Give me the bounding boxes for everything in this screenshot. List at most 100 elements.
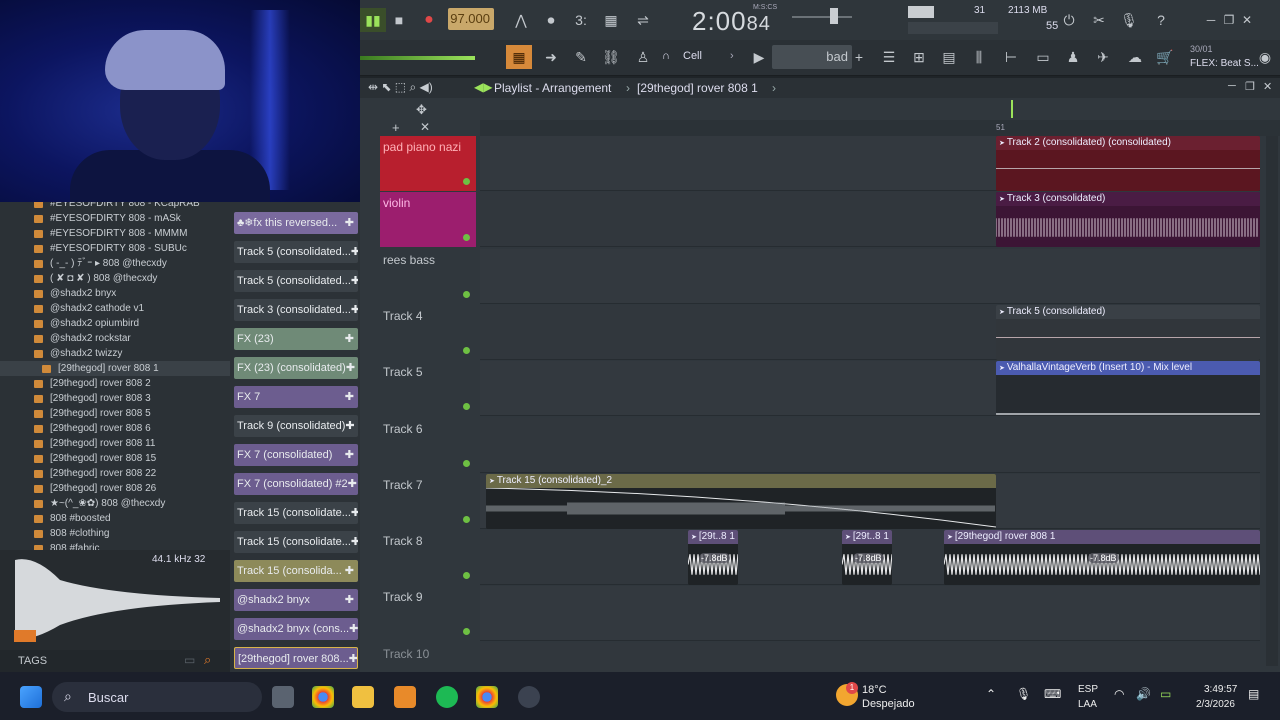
remove-icon[interactable]: ✕ — [420, 120, 430, 134]
browser-item[interactable]: 808 #clothing — [0, 526, 230, 541]
track-mute-led[interactable] — [463, 178, 470, 185]
tempo-display[interactable]: 97.000 — [448, 8, 494, 30]
power-icon[interactable]: ⏻ — [1056, 8, 1082, 32]
browser-item[interactable]: #EYESOFDIRTY 808 - KCapRAB — [0, 202, 230, 211]
channel-rack-icon[interactable]: ▤ — [936, 45, 962, 69]
search-icon[interactable]: ⌕ — [204, 652, 211, 668]
folder-icon[interactable]: ▭ — [184, 653, 195, 667]
pl-maximize-icon[interactable]: ❐ — [1245, 80, 1255, 93]
cloud-icon[interactable]: ☁ — [1122, 45, 1148, 69]
audio-clip[interactable]: ➤ ValhallaVintageVerb (Insert 10) - Mix … — [996, 361, 1260, 416]
pencil-icon[interactable]: ✎ — [568, 45, 594, 69]
drag-handle-icon[interactable]: ✚ — [345, 386, 354, 408]
browser-item[interactable]: ★~(^_❀✿) 808 @thecxdy — [0, 496, 230, 511]
keyboard-tray-icon[interactable]: ⌨ — [1044, 687, 1061, 701]
clip-menu-icon[interactable]: ➤ — [489, 478, 497, 485]
picker-pattern-item[interactable]: [29thegod] rover 808... ✚ — [234, 647, 358, 669]
picker-pattern-item[interactable]: Track 5 (consolidated... ✚ — [234, 241, 358, 263]
drag-handle-icon[interactable]: ✚ — [345, 444, 354, 466]
drag-handle-icon[interactable]: ✚ — [345, 560, 354, 582]
audio-clip[interactable]: ➤ Track 3 (consolidated) — [996, 192, 1260, 247]
browser-item[interactable]: ( -_- ) ﾃﾞｰ ▸ 808 @thecxdy — [0, 256, 230, 271]
play-button[interactable]: ▮▮ — [360, 8, 386, 32]
track-mute-led[interactable] — [463, 234, 470, 242]
pattern-selector[interactable]: bad — [772, 45, 852, 69]
browser-item[interactable]: 808 #fabric — [0, 541, 230, 550]
audio-clip[interactable]: ➤ [29thegod] rover 808 1 -7.8dB — [944, 530, 1260, 585]
plugin-db-icon[interactable]: ▭ — [1030, 45, 1056, 69]
drag-handle-icon[interactable]: ✚ — [351, 270, 358, 292]
audio-clip[interactable]: ➤ Track 15 (consolidated)_2 — [486, 474, 996, 529]
pattern-song-mode-icon[interactable]: ▦ — [506, 45, 532, 69]
track-header[interactable]: Track 5 — [380, 361, 476, 416]
clip-menu-icon[interactable]: ➤ — [999, 196, 1007, 203]
volume-icon[interactable]: 🔊 — [1136, 687, 1151, 701]
help-icon[interactable]: ? — [1148, 8, 1174, 32]
clip-menu-icon[interactable]: ➤ — [999, 140, 1007, 147]
browser-item[interactable]: #EYESOFDIRTY 808 - mASk — [0, 211, 230, 226]
track-mute-led[interactable] — [463, 459, 470, 467]
piano-roll-icon[interactable]: ⊞ — [906, 45, 932, 69]
clip-menu-icon[interactable]: ➤ — [999, 365, 1007, 372]
picker-pattern-item[interactable]: FX 7 (consolidated) ✚ — [234, 444, 358, 466]
browser-item[interactable]: @shadx2 cathode v1 — [0, 301, 230, 316]
browser-item[interactable]: #EYESOFDIRTY 808 - SUBUc — [0, 241, 230, 256]
picker-pattern-item[interactable]: ♣❄fx this reversed... ✚ — [234, 212, 358, 234]
microphone-icon[interactable]: 🎙 — [1116, 8, 1142, 32]
link-icon[interactable]: ⛓ — [598, 45, 624, 69]
browser-item[interactable]: [29thegod] rover 808 6 — [0, 421, 230, 436]
drag-handle-icon[interactable]: ✚ — [349, 648, 357, 668]
pattern-play-icon[interactable]: ▶ — [746, 45, 772, 69]
browser-item[interactable]: [29thegod] rover 808 15 — [0, 451, 230, 466]
windows-start-icon[interactable] — [20, 686, 42, 708]
drag-handle-icon[interactable]: ✚ — [351, 531, 358, 553]
picker-pattern-item[interactable]: Track 9 (consolidated) ✚ — [234, 415, 358, 437]
lang-line2[interactable]: LAA — [1078, 699, 1097, 710]
browser-item[interactable]: ( ✘ ◘ ✘ ) 808 @thecxdy — [0, 271, 230, 286]
browser-item[interactable]: @shadx2 bnyx — [0, 286, 230, 301]
stamp-icon[interactable]: ♙ — [630, 45, 656, 69]
main-pitch-slider[interactable] — [360, 56, 475, 60]
browser-item[interactable]: [29thegod] rover 808 1 — [0, 361, 230, 376]
track-mute-led[interactable] — [463, 572, 470, 580]
timeline-ruler[interactable]: 51 — [480, 120, 1280, 136]
picker-pattern-item[interactable]: FX (23) ✚ — [234, 328, 358, 350]
breadcrumb-arrow-icon[interactable]: › — [772, 81, 776, 95]
track-header[interactable]: Track 4 — [380, 305, 476, 360]
browser-item[interactable]: 808 #boosted — [0, 511, 230, 526]
playhead[interactable] — [1011, 100, 1013, 118]
track-header[interactable]: Track 6 — [380, 418, 476, 473]
battery-icon[interactable]: ▭ — [1160, 687, 1171, 701]
picker-pattern-item[interactable]: FX 7 (consolidated) #2 ✚ — [234, 473, 358, 495]
track-lane[interactable] — [480, 586, 1260, 642]
wifi-icon[interactable]: ◠ — [1114, 687, 1124, 701]
track-mute-led[interactable] — [463, 628, 470, 636]
snap-arrow-icon[interactable]: › — [730, 50, 734, 62]
picker-pattern-item[interactable]: Track 15 (consolida... ✚ — [234, 560, 358, 582]
add-pattern-icon[interactable]: + — [846, 45, 872, 69]
drag-handle-icon[interactable]: ✚ — [345, 328, 354, 350]
master-volume-slider[interactable] — [792, 16, 852, 18]
track-header[interactable]: pad piano nazi — [380, 136, 476, 191]
picker-pattern-item[interactable]: FX (23) (consolidated) ✚ — [234, 357, 358, 379]
browser-item[interactable]: @shadx2 opiumbird — [0, 316, 230, 331]
track-lane[interactable] — [480, 248, 1260, 304]
browser-item[interactable]: @shadx2 rockstar — [0, 331, 230, 346]
clip-menu-icon[interactable]: ➤ — [999, 309, 1007, 316]
audio-clip[interactable]: ➤ [29t..8 1 -7.8dB — [688, 530, 738, 585]
pl-minimize-icon[interactable]: ─ — [1228, 80, 1236, 92]
picker-pattern-item[interactable]: Track 5 (consolidated... ✚ — [234, 270, 358, 292]
mixer-icon[interactable]: ⫼ — [966, 45, 992, 69]
browser-item[interactable]: [29thegod] rover 808 3 — [0, 391, 230, 406]
tools-icon[interactable]: ✂ — [1086, 8, 1112, 32]
track-header[interactable]: Track 7 — [380, 474, 476, 529]
clip-menu-icon[interactable]: ➤ — [691, 534, 699, 541]
volume-knob[interactable] — [830, 8, 838, 24]
lang-line1[interactable]: ESP — [1078, 684, 1098, 695]
zoom-handle-icon[interactable]: ✥ — [416, 102, 427, 118]
track-header[interactable]: violin — [380, 192, 476, 248]
picker-pattern-item[interactable]: FX 7 ✚ — [234, 386, 358, 408]
clock-date[interactable]: 2/3/2026 — [1196, 699, 1235, 710]
playlist-arrows-icon[interactable]: ⇹ ⬉ ⬚ ⌕ ◀) — [368, 80, 433, 95]
loop-record-icon[interactable]: ⇌ — [630, 8, 656, 32]
